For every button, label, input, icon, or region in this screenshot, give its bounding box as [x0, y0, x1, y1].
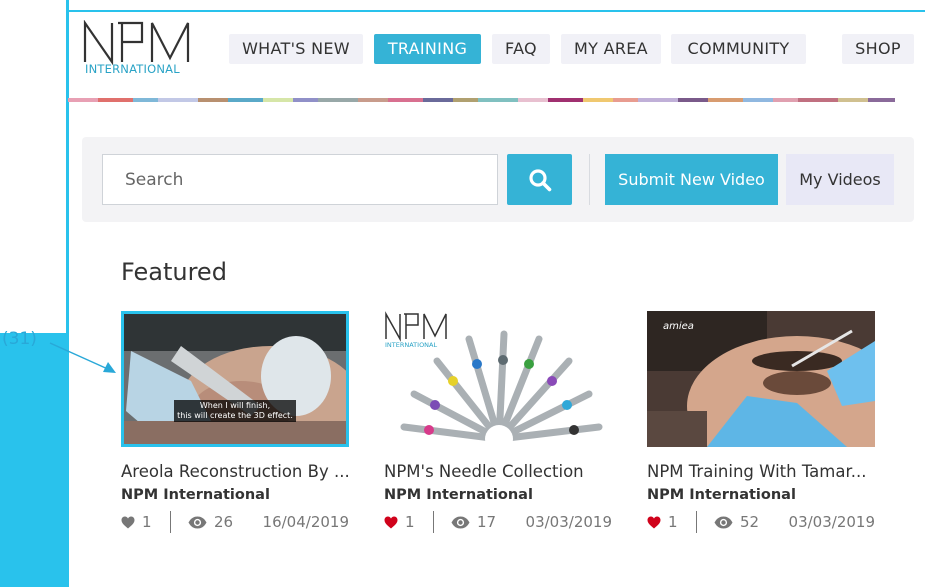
view-count-group: 52 — [714, 513, 759, 531]
heart-icon — [121, 516, 135, 528]
like-count: 1 — [142, 513, 152, 531]
like-button[interactable]: 1 — [647, 513, 678, 531]
nav-shop[interactable]: SHOP — [842, 34, 914, 64]
nav-whats-new[interactable]: WHAT'S NEW — [229, 34, 363, 64]
annotation-frame-top — [66, 10, 925, 12]
search-icon — [528, 168, 551, 191]
nav-faq[interactable]: FAQ — [492, 34, 550, 64]
video-author[interactable]: NPM International — [647, 487, 877, 503]
eye-icon — [451, 516, 470, 528]
video-meta: 1 26 16/04/2019 — [121, 511, 351, 533]
areola-thumbnail-image — [124, 314, 346, 444]
video-author[interactable]: NPM International — [384, 487, 614, 503]
video-card[interactable]: INTERNATIONAL NPM's Needle Collection NP… — [384, 311, 614, 533]
featured-heading: Featured — [121, 258, 227, 286]
nav-my-area[interactable]: MY AREA — [561, 34, 661, 64]
thumbnail-caption-line1: When I will finish, — [199, 401, 271, 410]
video-meta: 1 52 03/03/2019 — [647, 511, 877, 533]
annotation-frame-left — [66, 0, 69, 587]
video-date: 03/03/2019 — [788, 513, 875, 531]
video-title[interactable]: Areola Reconstruction By ... — [121, 462, 351, 481]
eye-icon — [188, 516, 207, 528]
toolbar-divider — [589, 154, 590, 205]
search-input[interactable] — [102, 154, 498, 205]
video-author[interactable]: NPM International — [121, 487, 351, 503]
video-thumbnail[interactable]: amiea — [647, 311, 875, 447]
meta-separator — [170, 511, 171, 533]
search-button[interactable] — [507, 154, 572, 205]
like-button[interactable]: 1 — [121, 513, 152, 531]
video-title[interactable]: NPM's Needle Collection — [384, 462, 614, 481]
video-thumbnail[interactable]: When I will finish, this will create the… — [121, 311, 349, 447]
view-count-group: 26 — [188, 513, 233, 531]
color-stripe — [68, 98, 925, 102]
annotation-bar — [0, 333, 68, 587]
thumbnail-logo-subtitle: INTERNATIONAL — [385, 341, 438, 349]
view-count: 17 — [477, 513, 497, 531]
video-meta: 1 17 03/03/2019 — [384, 511, 614, 533]
video-card[interactable]: When I will finish, this will create the… — [121, 311, 351, 533]
video-title[interactable]: NPM Training With Tamar... — [647, 462, 877, 481]
eye-icon — [714, 516, 733, 528]
thumbnail-brand: amiea — [663, 321, 694, 332]
nav-community[interactable]: COMMUNITY — [671, 34, 806, 64]
like-count: 1 — [668, 513, 678, 531]
annotation-label: (31) — [2, 329, 37, 349]
video-date: 16/04/2019 — [262, 513, 349, 531]
like-button[interactable]: 1 — [384, 513, 415, 531]
thumbnail-caption-line2: this will create the 3D effect. — [177, 411, 293, 420]
npm-logo-icon — [83, 19, 190, 66]
meta-separator — [433, 511, 434, 533]
video-card[interactable]: amiea NPM Training With Tamar... NPM Int… — [647, 311, 877, 533]
video-thumbnail[interactable]: INTERNATIONAL — [384, 311, 612, 447]
meta-separator — [696, 511, 697, 533]
video-date: 03/03/2019 — [525, 513, 612, 531]
needle-collection-thumbnail-image — [384, 311, 612, 447]
logo-subtitle: INTERNATIONAL — [85, 62, 180, 76]
view-count-group: 17 — [451, 513, 496, 531]
my-videos-button[interactable]: My Videos — [786, 154, 894, 205]
heart-icon — [647, 516, 661, 528]
like-count: 1 — [405, 513, 415, 531]
nav-training[interactable]: TRAINING — [374, 34, 481, 64]
view-count: 52 — [740, 513, 760, 531]
submit-new-video-button[interactable]: Submit New Video — [605, 154, 778, 205]
heart-icon — [384, 516, 398, 528]
view-count: 26 — [214, 513, 234, 531]
